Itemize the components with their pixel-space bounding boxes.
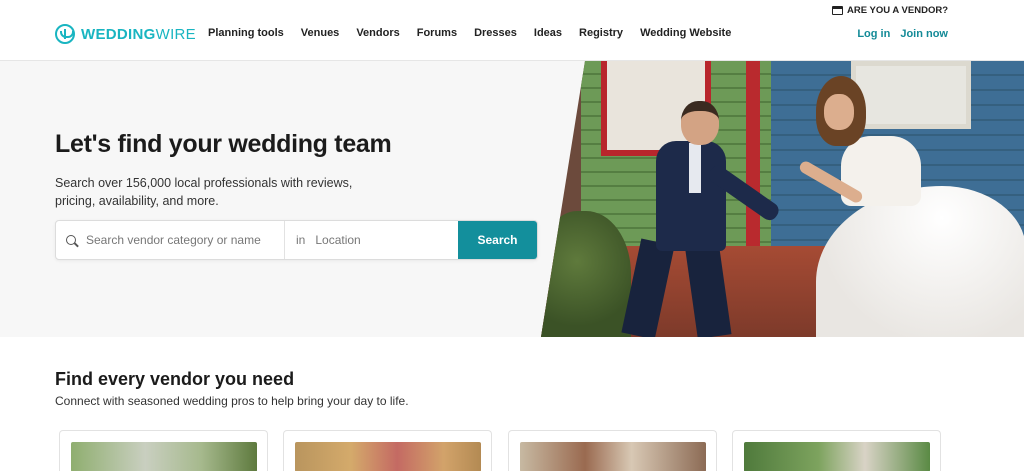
search-button[interactable]: Search (458, 221, 537, 259)
nav-vendors[interactable]: Vendors (356, 27, 399, 39)
category-search-field (56, 221, 285, 259)
vendor-link-label: ARE YOU A VENDOR? (847, 5, 948, 16)
photo-bride (796, 76, 1024, 337)
vendor-card-image (295, 442, 481, 471)
location-input[interactable] (315, 233, 458, 247)
weddingwire-logo[interactable]: WEDDINGWIRE (55, 24, 196, 44)
photo-red-doorframe (746, 61, 760, 261)
login-link[interactable]: Log in (857, 28, 890, 40)
vendors-section: Find every vendor you need Connect with … (0, 337, 1024, 471)
nav-venues[interactable]: Venues (301, 27, 340, 39)
site-header: WEDDINGWIRE Planning tools Venues Vendor… (0, 0, 1024, 61)
vendor-card-image (520, 442, 706, 471)
location-search-field: in (285, 221, 458, 259)
vendors-subtitle: Connect with seasoned wedding pros to he… (55, 394, 409, 408)
nav-registry[interactable]: Registry (579, 27, 623, 39)
nav-dresses[interactable]: Dresses (474, 27, 517, 39)
vendor-search-bar: in Search (55, 220, 538, 260)
vendor-card-image (744, 442, 930, 471)
nav-ideas[interactable]: Ideas (534, 27, 562, 39)
auth-links: Log in Join now (857, 28, 948, 40)
are-you-a-vendor-link[interactable]: ARE YOU A VENDOR? (832, 5, 948, 16)
logo-icon (55, 24, 75, 44)
storefront-icon (832, 6, 843, 15)
vendor-card[interactable] (283, 430, 492, 471)
in-label: in (296, 233, 306, 247)
vendor-card-image (71, 442, 257, 471)
category-search-input[interactable] (86, 233, 284, 247)
vendor-card[interactable] (59, 430, 268, 471)
hero-couple-photo (541, 61, 1024, 337)
hero-subtitle: Search over 156,000 local professionals … (55, 176, 353, 208)
nav-forums[interactable]: Forums (417, 27, 457, 39)
logo-text: WEDDINGWIRE (81, 25, 196, 43)
hero-title: Let's find your wedding team (55, 130, 392, 158)
vendor-card[interactable] (732, 430, 941, 471)
main-nav: Planning tools Venues Vendors Forums Dre… (208, 27, 748, 39)
photo-groom (601, 101, 782, 337)
nav-planning-tools[interactable]: Planning tools (208, 27, 284, 39)
vendor-card[interactable] (508, 430, 717, 471)
search-icon (66, 235, 76, 245)
join-now-link[interactable]: Join now (900, 28, 948, 40)
vendors-title: Find every vendor you need (55, 369, 295, 389)
hero-section: Let's find your wedding team Search over… (0, 61, 1024, 337)
nav-wedding-website[interactable]: Wedding Website (640, 27, 731, 39)
